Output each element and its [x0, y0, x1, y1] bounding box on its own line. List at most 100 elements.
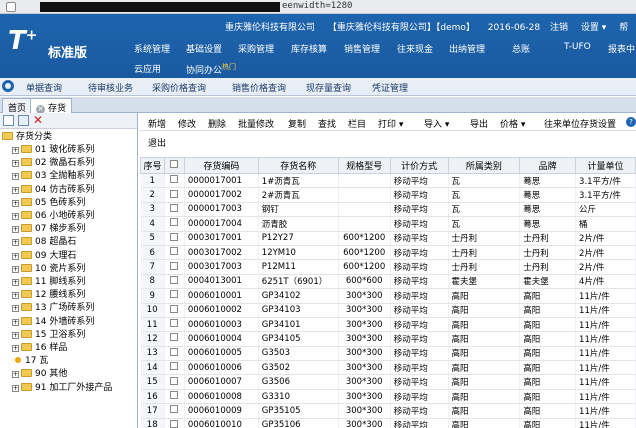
new-category-icon[interactable]	[3, 115, 14, 126]
partner-inventory-settings-button[interactable]: 往来单位存货设置	[544, 117, 616, 130]
tree-node[interactable]: +90 其他	[12, 368, 67, 381]
row-checkbox-cell[interactable]	[164, 303, 185, 318]
quick-voucher-query[interactable]: 单据查询	[26, 81, 62, 94]
menu-general-ledger[interactable]: 总账	[512, 42, 530, 55]
tree-node[interactable]: +09 大理石	[12, 250, 76, 263]
row-checkbox[interactable]	[170, 419, 179, 428]
exit-button[interactable]: 退出	[148, 136, 166, 149]
col-category-header[interactable]: 所属类别	[447, 157, 521, 174]
batch-edit-button[interactable]: 批量修改	[238, 117, 274, 130]
select-all-checkbox[interactable]	[170, 160, 179, 168]
import-button[interactable]: 导入 ▾	[424, 117, 449, 130]
row-checkbox[interactable]	[170, 362, 179, 371]
table-row[interactable]: 8 0004013001 6251T（6901） 600*600 移动平均 霍夫堡 霍夫堡 4…	[140, 274, 636, 290]
quick-voucher-management[interactable]: 凭证管理	[372, 81, 408, 94]
expand-icon[interactable]: +	[12, 199, 19, 207]
row-checkbox[interactable]	[170, 232, 179, 241]
col-name-header[interactable]: 存货名称	[257, 157, 339, 174]
expand-icon[interactable]: +	[12, 318, 19, 326]
expand-icon[interactable]: +	[12, 265, 19, 273]
tree-node[interactable]: 17 瓦	[12, 355, 48, 368]
quick-stock-query[interactable]: 现存量查询	[306, 81, 351, 94]
tree-node[interactable]: +15 卫浴系列	[12, 329, 85, 342]
tree-node[interactable]: +02 微晶石系列	[12, 157, 94, 170]
expand-icon[interactable]: +	[12, 252, 19, 260]
expand-icon[interactable]: +	[12, 331, 19, 339]
row-checkbox-cell[interactable]	[164, 187, 185, 203]
menu-system[interactable]: 系统管理	[134, 42, 170, 55]
menu-collab-office[interactable]: 协同办公热门	[186, 62, 236, 76]
tree-node[interactable]: +03 全抛釉系列	[12, 170, 94, 183]
settings-link[interactable]: 设置 ▾	[581, 23, 606, 33]
row-checkbox-cell[interactable]	[164, 360, 185, 376]
copy-button[interactable]: 复制	[288, 117, 306, 130]
help-link[interactable]: 帮	[619, 23, 628, 33]
expand-icon[interactable]: +	[12, 226, 19, 234]
menu-receivables-cash[interactable]: 往来现金	[397, 42, 433, 55]
table-row[interactable]: 10 0006010002 GP34103 300*300 移动平均 高阳 高阳 11片/件	[140, 303, 636, 318]
row-checkbox-cell[interactable]	[164, 245, 185, 261]
help-icon[interactable]: ?	[626, 117, 636, 127]
row-checkbox[interactable]	[170, 319, 179, 328]
row-checkbox[interactable]	[170, 405, 179, 414]
gear-icon[interactable]	[2, 80, 14, 92]
col-brand-header[interactable]: 品牌	[519, 157, 577, 174]
row-checkbox-cell[interactable]	[164, 216, 185, 232]
row-checkbox[interactable]	[170, 347, 179, 356]
tab-inventory[interactable]: ✕ 存货	[30, 98, 73, 114]
row-checkbox[interactable]	[170, 203, 179, 212]
menu-cashier[interactable]: 出纳管理	[449, 42, 485, 55]
expand-icon[interactable]: +	[12, 345, 19, 352]
print-button[interactable]: 打印 ▾	[378, 117, 403, 130]
quick-sales-price[interactable]: 销售价格查询	[232, 81, 286, 94]
tree-root[interactable]: 存货分类	[2, 131, 52, 144]
col-spec-header[interactable]: 规格型号	[337, 157, 391, 174]
row-checkbox-cell[interactable]	[164, 389, 185, 405]
tree-node[interactable]: +91 加工厂外接产品	[12, 382, 112, 395]
price-button[interactable]: 价格 ▾	[500, 117, 525, 130]
menu-sales[interactable]: 销售管理	[344, 42, 380, 55]
row-checkbox-cell[interactable]	[164, 231, 185, 246]
table-row[interactable]: 9 0006010001 GP34102 300*300 移动平均 高阳 高阳 11片/件	[140, 288, 636, 304]
address-bar[interactable]: eenwidth=1280	[0, 0, 636, 14]
table-row[interactable]: 2 0000017002 2#沥青瓦 移动平均瓦蓦思 3.1平方/件	[140, 187, 636, 203]
export-button[interactable]: 导出	[470, 117, 488, 130]
expand-icon[interactable]: +	[12, 160, 19, 168]
table-row[interactable]: 6 0003017002 12YM10 600*1200 移动平均 士丹利 士丹利 2片/件	[140, 245, 636, 261]
logout-link[interactable]: 注销	[550, 23, 568, 33]
tree-node[interactable]: +01 玻化砖系列	[12, 144, 94, 157]
expand-icon[interactable]: +	[12, 292, 19, 300]
row-checkbox[interactable]	[170, 304, 179, 313]
tree-node[interactable]: +06 小地砖系列	[12, 210, 94, 223]
edit-category-icon[interactable]	[18, 115, 29, 126]
menu-purchase[interactable]: 采购管理	[238, 42, 274, 55]
expand-icon[interactable]: +	[12, 384, 19, 392]
tree-node[interactable]: +07 梯步系列	[12, 223, 85, 236]
table-row[interactable]: 16 0006010008 G3310 300*300 移动平均 高阳 高阳 11片/件	[140, 389, 636, 405]
row-checkbox[interactable]	[170, 261, 179, 270]
tree-node[interactable]: +08 超晶石	[12, 236, 76, 249]
menu-cloud-apps[interactable]: 云应用	[134, 62, 161, 75]
col-code-header[interactable]: 存货编码	[183, 157, 259, 174]
row-checkbox-cell[interactable]	[164, 173, 185, 189]
tree-node[interactable]: +16 样品	[12, 342, 67, 355]
tree-node[interactable]: +04 仿古砖系列	[12, 184, 94, 197]
row-checkbox-cell[interactable]	[164, 317, 185, 333]
expand-icon[interactable]: +	[12, 213, 19, 220]
table-row[interactable]: 5 0003017001 P12Y27 600*1200 移动平均 士丹利 士丹利 2片/件	[140, 231, 636, 246]
menu-t-ufo[interactable]: T-UFO	[564, 42, 591, 52]
tree-node[interactable]: +10 瓷片系列	[12, 263, 85, 276]
row-checkbox-cell[interactable]	[164, 346, 185, 362]
table-row[interactable]: 11 0006010003 GP34101 300*300 移动平均 高阳 高阳 11片/件	[140, 317, 636, 333]
tree-node[interactable]: +13 广场砖系列	[12, 302, 94, 315]
table-row[interactable]: 1 0000017001 1#沥青瓦 移动平均瓦蓦思 3.1平方/件	[140, 173, 636, 189]
tree-node[interactable]: +05 色砖系列	[12, 197, 85, 210]
expand-icon[interactable]: +	[12, 371, 19, 379]
row-checkbox-cell[interactable]	[164, 331, 185, 347]
expand-icon[interactable]: +	[12, 239, 19, 247]
expand-icon[interactable]: +	[12, 147, 19, 154]
row-checkbox-cell[interactable]	[164, 274, 185, 290]
tree-node[interactable]: +14 外墙砖系列	[12, 316, 94, 329]
row-checkbox[interactable]	[170, 290, 179, 299]
col-unit-header[interactable]: 计量单位	[575, 157, 636, 174]
